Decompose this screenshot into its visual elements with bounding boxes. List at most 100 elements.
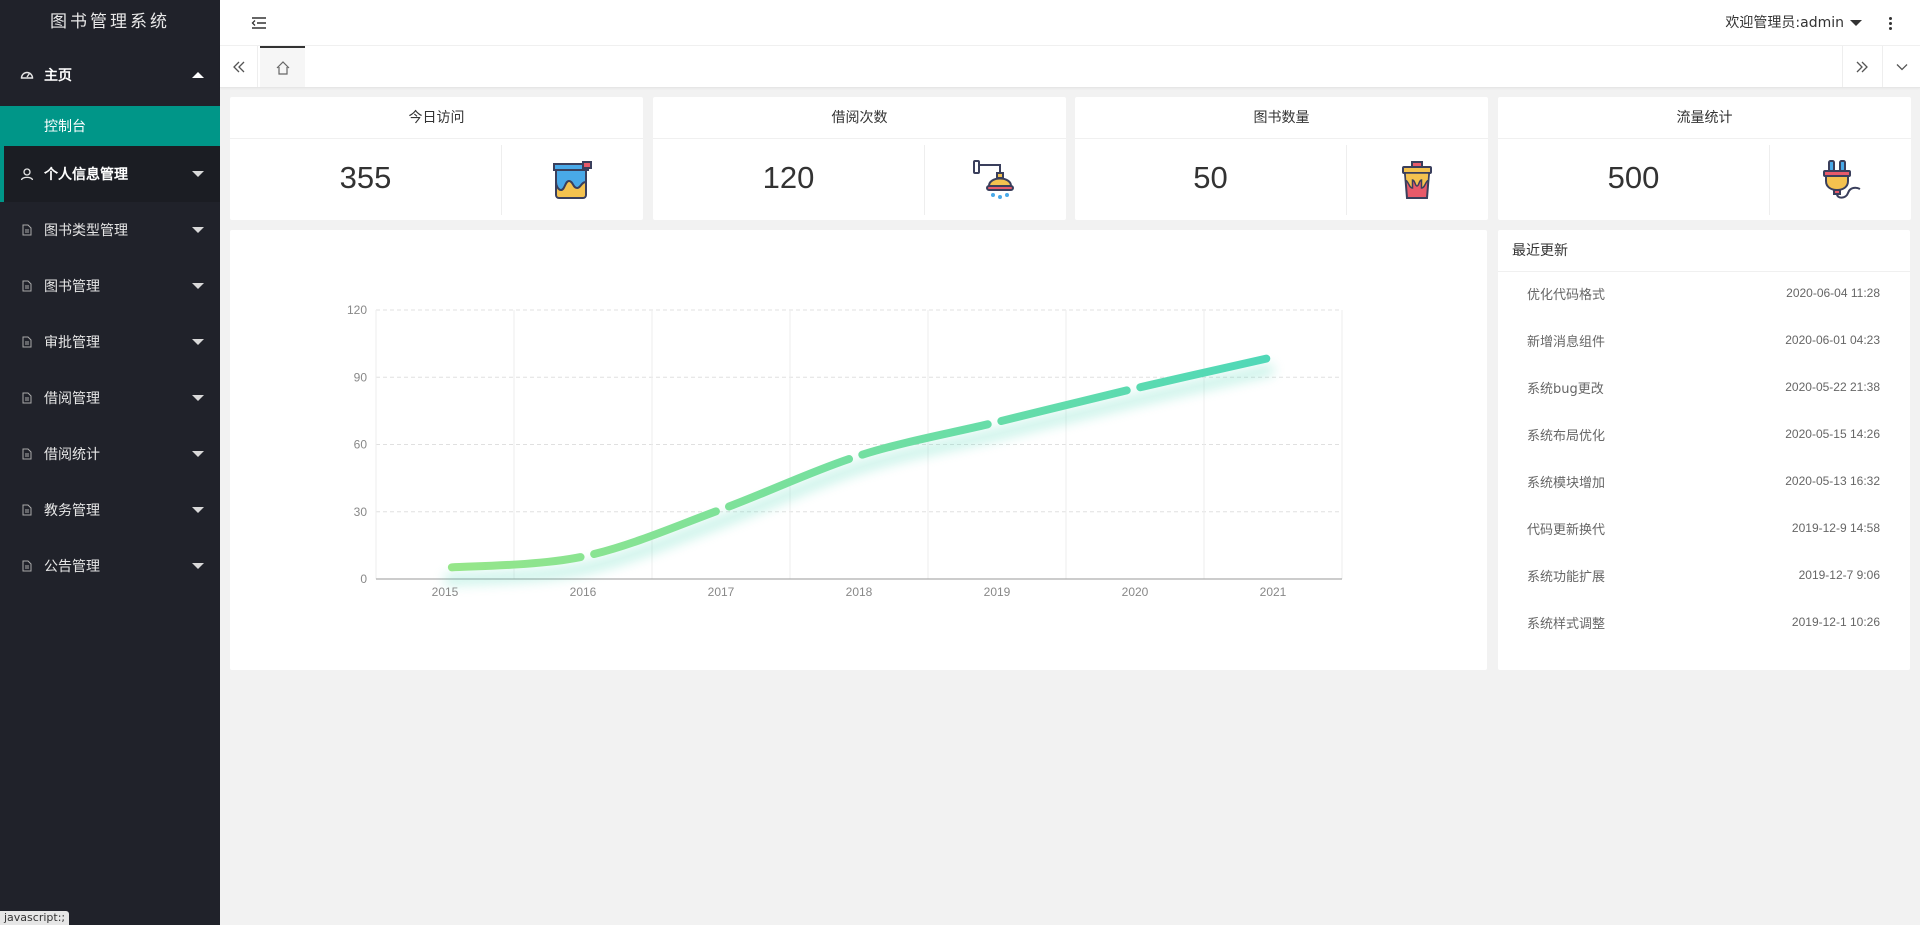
user-icon [20, 167, 34, 181]
update-item[interactable]: 系统布局优化 2020-05-15 14:26 [1498, 424, 1910, 444]
update-item[interactable]: 新增消息组件 2020-06-01 04:23 [1498, 330, 1910, 350]
update-item[interactable]: 系统样式调整 2019-12-1 10:26 [1498, 612, 1910, 632]
chevron-up-icon [192, 72, 204, 78]
chart-y-tick-label: 60 [354, 438, 368, 452]
caret-down-icon [1850, 20, 1862, 26]
chart-x-tick-label: 2016 [570, 585, 597, 599]
sidebar: 图书管理系统 主页 控制台 个人信息管理 图书类型管理 图书管理 审批管理 借阅… [0, 0, 220, 925]
tabs-dropdown-button[interactable] [1882, 46, 1920, 87]
chevron-down-icon [192, 451, 204, 457]
stat-value: 120 [762, 160, 815, 195]
chart-x-tick-label: 2015 [432, 585, 459, 599]
chevron-down-icon [192, 507, 204, 513]
chart-x-tick-label: 2020 [1122, 585, 1149, 599]
chart-data-point [1270, 354, 1276, 360]
home-icon [276, 60, 289, 75]
chart-series-shadow [444, 364, 1275, 585]
update-title: 系统样式调整 [1527, 616, 1606, 632]
double-chevron-right-icon [1856, 61, 1868, 72]
file-icon [20, 391, 34, 405]
sidebar-item-announcements[interactable]: 公告管理 [0, 538, 220, 594]
sidebar-item-personal-info[interactable]: 个人信息管理 [0, 146, 220, 202]
sidebar-item-book-type[interactable]: 图书类型管理 [0, 202, 220, 258]
chart-x-tick-label: 2021 [1260, 585, 1287, 599]
sidebar-item-books[interactable]: 图书管理 [0, 258, 220, 314]
trash-bin-icon [1346, 139, 1488, 220]
sidebar-item-borrowing[interactable]: 借阅管理 [0, 370, 220, 426]
stat-title: 流量统计 [1498, 97, 1911, 139]
update-time: 2020-05-15 14:26 [1785, 427, 1880, 441]
update-title: 代码更新换代 [1527, 522, 1606, 538]
update-title: 系统功能扩展 [1527, 569, 1606, 585]
sidebar-item-academic[interactable]: 教务管理 [0, 482, 220, 538]
update-title: 新增消息组件 [1527, 334, 1606, 350]
chevron-down-icon [192, 395, 204, 401]
menu-toggle-icon[interactable] [250, 14, 268, 32]
file-icon [20, 335, 34, 349]
file-icon [20, 279, 34, 293]
chart-y-tick-label: 30 [354, 505, 368, 519]
sidebar-item-borrow-stats[interactable]: 借阅统计 [0, 426, 220, 482]
chart-y-tick-label: 90 [354, 370, 368, 384]
chevron-down-icon [192, 283, 204, 289]
tabs-scroll-left-button[interactable] [220, 46, 258, 87]
file-icon [20, 447, 34, 461]
browser-status-tip: javascript:; [0, 911, 70, 925]
sidebar-item-home[interactable]: 主页 [0, 44, 220, 106]
user-welcome-label: 欢迎管理员:admin [1725, 15, 1844, 31]
chart-data-point [994, 419, 1000, 425]
stat-card-borrow-count: 借阅次数 120 [653, 97, 1066, 220]
tab-home[interactable] [260, 46, 305, 87]
chart-data-point [856, 453, 862, 459]
sidebar-item-approval[interactable]: 审批管理 [0, 314, 220, 370]
recent-updates-title: 最近更新 [1498, 230, 1910, 272]
line-chart: 0 30 60 90 120 2015 2016 2017 2018 2019 2020 2021 [347, 303, 1343, 599]
update-title: 系统bug更改 [1527, 381, 1604, 397]
app-logo-title: 图书管理系统 [50, 12, 170, 32]
chevron-down-icon [192, 563, 204, 569]
shower-icon [924, 139, 1066, 220]
update-title: 系统模块增加 [1527, 475, 1606, 491]
chevron-down-icon [1896, 63, 1907, 70]
update-item[interactable]: 系统功能扩展 2019-12-7 9:06 [1498, 565, 1910, 585]
update-time: 2020-05-22 21:38 [1785, 380, 1880, 394]
chart-data-point [1132, 385, 1138, 391]
plug-icon [1769, 139, 1911, 220]
chevron-down-icon [192, 227, 204, 233]
update-time: 2020-05-13 16:32 [1785, 474, 1880, 488]
page-tabs-bar [220, 46, 1920, 88]
tabs-scroll-right-button[interactable] [1842, 46, 1880, 87]
sidebar-subitem-console[interactable]: 控制台 [0, 106, 220, 146]
chevron-down-icon [192, 171, 204, 177]
user-menu[interactable]: 欢迎管理员:admin [1725, 0, 1862, 46]
recent-updates-card: 最近更新 优化代码格式 2020-06-04 11:28 新增消息组件 2020-0… [1498, 230, 1910, 670]
chart-data-point [718, 507, 724, 513]
update-time: 2020-06-01 04:23 [1785, 333, 1880, 347]
stat-value: 50 [1193, 160, 1228, 195]
file-icon [20, 223, 34, 237]
update-item[interactable]: 代码更新换代 2019-12-9 14:58 [1498, 518, 1910, 538]
update-item[interactable]: 系统模块增加 2020-05-13 16:32 [1498, 471, 1910, 491]
chart-x-tick-label: 2018 [846, 585, 873, 599]
stat-card-today-visits: 今日访问 355 [230, 97, 643, 220]
update-time: 2019-12-9 14:58 [1791, 521, 1880, 535]
app-root: 图书管理系统 主页 控制台 个人信息管理 图书类型管理 图书管理 审批管理 借阅… [0, 0, 1920, 925]
chart-data-point [442, 565, 448, 571]
stat-value: 500 [1607, 160, 1660, 195]
chart-data-point [580, 554, 586, 560]
update-time: 2019-12-1 10:26 [1791, 615, 1880, 629]
more-vertical-icon[interactable] [1880, 12, 1900, 34]
stat-title: 借阅次数 [653, 97, 1066, 139]
chart-x-tick-label: 2019 [984, 585, 1011, 599]
stat-value: 355 [339, 160, 392, 195]
file-icon [20, 503, 34, 517]
chart-series-line [441, 353, 1277, 572]
update-title: 优化代码格式 [1527, 287, 1606, 303]
stat-title: 今日访问 [230, 97, 643, 139]
update-item[interactable]: 优化代码格式 2020-06-04 11:28 [1498, 283, 1910, 303]
update-item[interactable]: 系统bug更改 2020-05-22 21:38 [1498, 377, 1910, 397]
paint-bucket-icon [501, 139, 643, 220]
double-chevron-left-icon [232, 61, 244, 72]
dashboard-icon [20, 68, 34, 82]
chevron-down-icon [192, 339, 204, 345]
